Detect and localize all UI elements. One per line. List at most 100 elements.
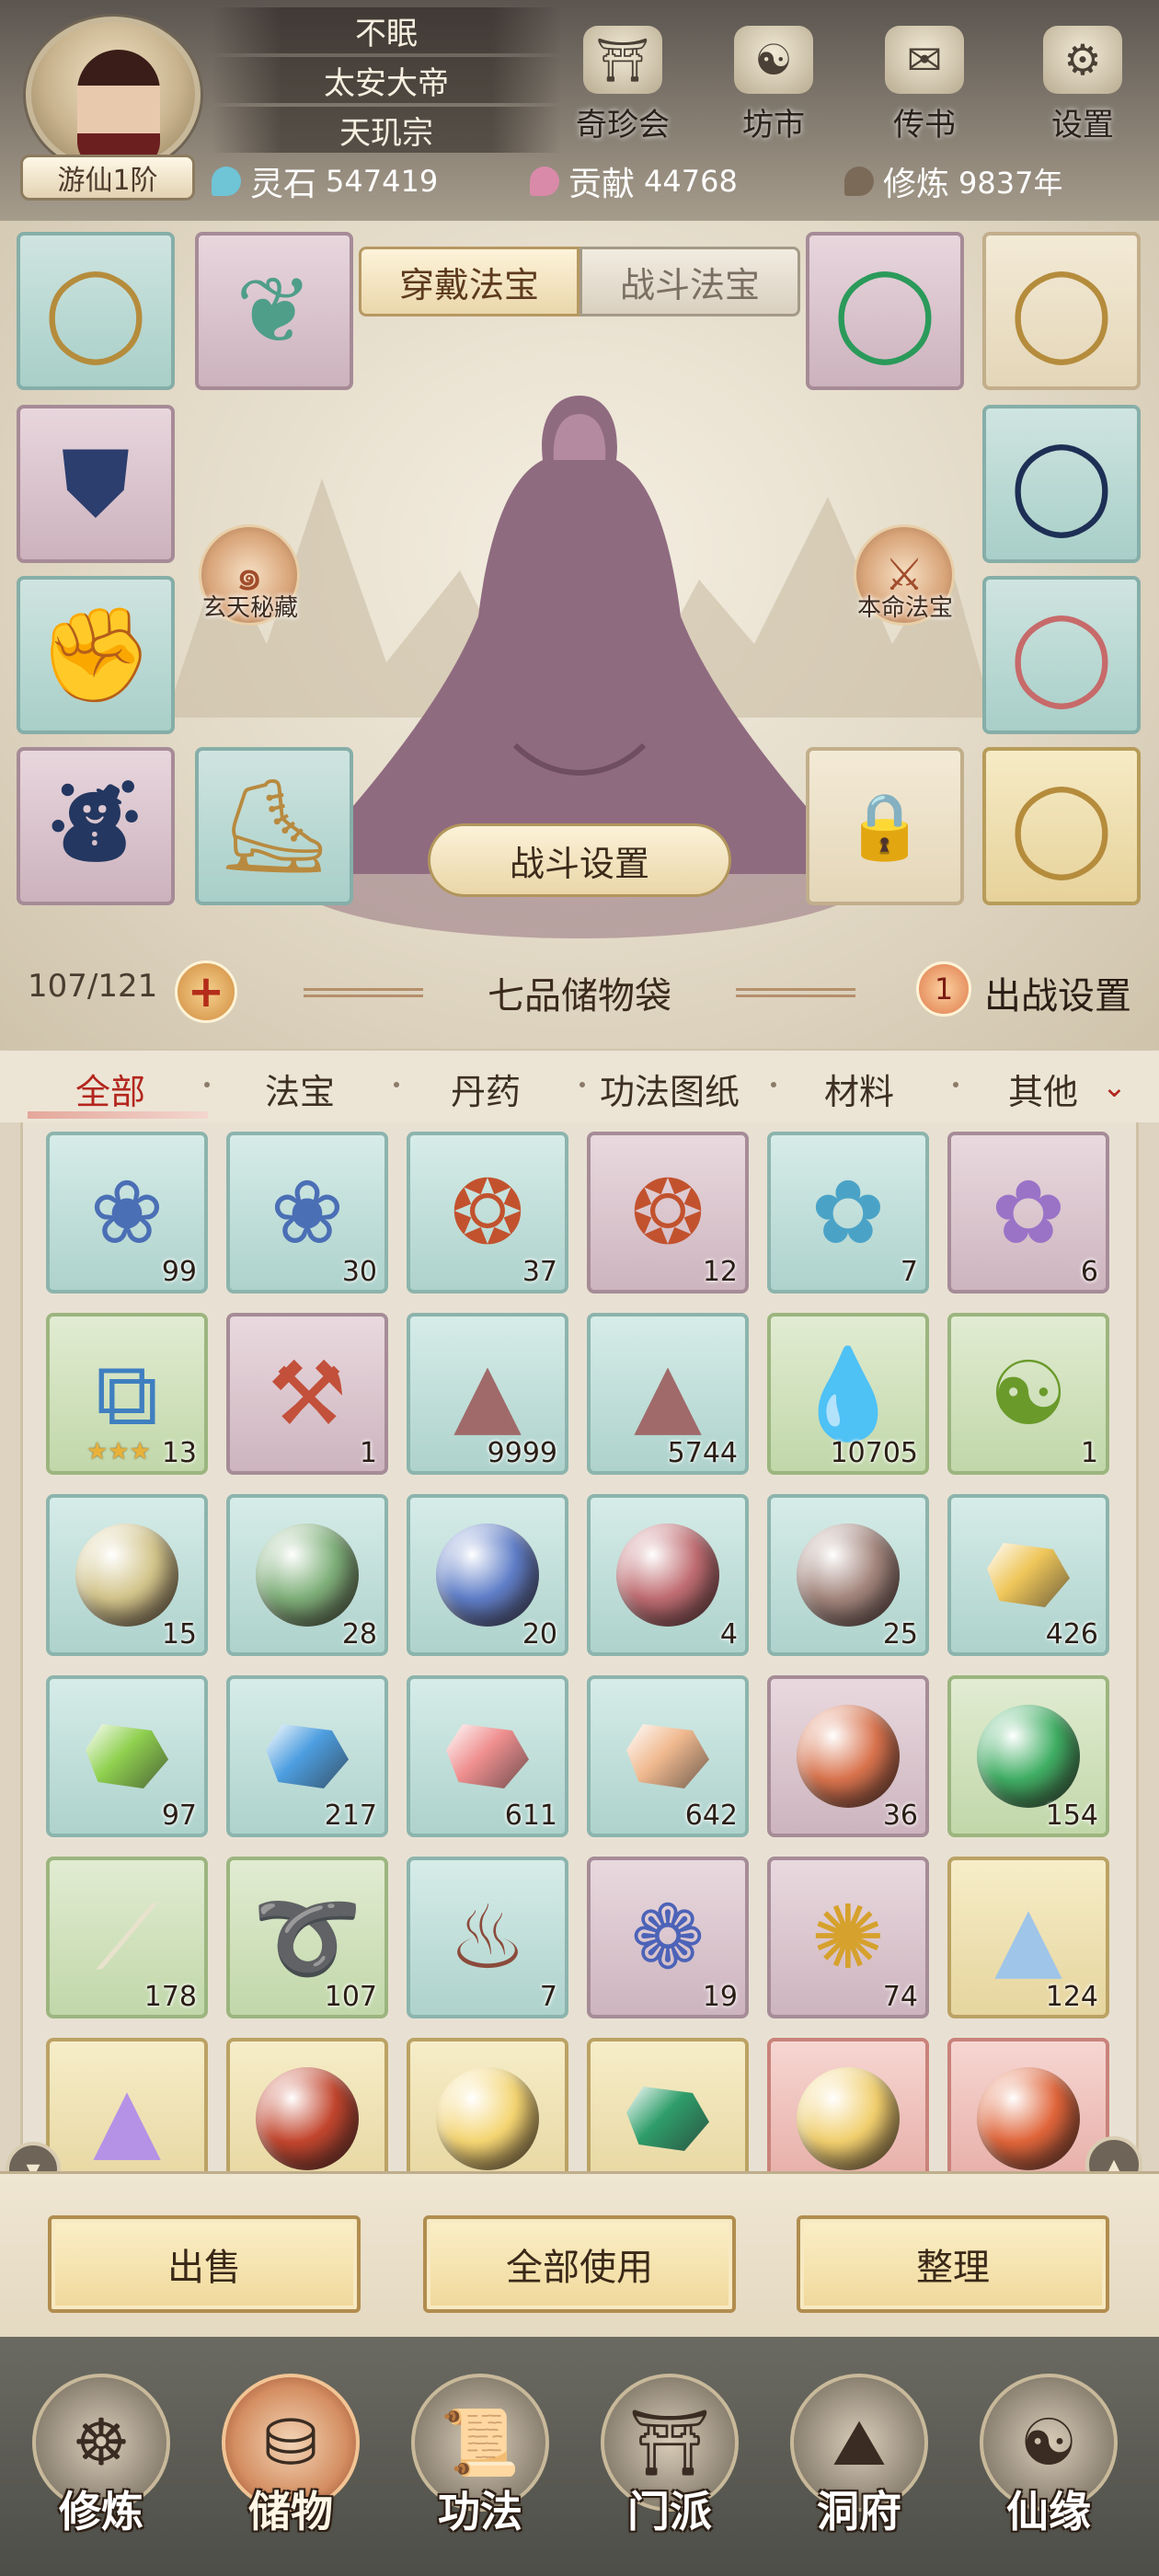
item-count: 217 (324, 1800, 377, 1832)
equip-slot-gold-ring-2[interactable]: ◯ (982, 747, 1141, 905)
tab-others[interactable]: 其他 (1008, 1064, 1078, 1114)
equip-slot-ruby-ring[interactable]: ◯ (982, 576, 1141, 734)
inventory-item[interactable] (226, 2038, 388, 2171)
equip-slot-boots[interactable]: ⛸ (195, 747, 353, 905)
inventory-item[interactable]: ✿ 6 (947, 1132, 1109, 1294)
inventory-item[interactable]: 97 (46, 1675, 208, 1837)
equip-slot-necklace[interactable]: ◯ (17, 232, 175, 390)
inventory-item[interactable]: ❀ 99 (46, 1132, 208, 1294)
contribution-resource[interactable]: 贡献 44768 (530, 158, 738, 204)
treasure-pavilion-label: 奇珍会 (576, 107, 670, 144)
category-tabs: 全部 法宝 丹药 功法图纸 材料 其他 ⌄ (0, 1049, 1159, 1122)
item-count: 25 (882, 1618, 918, 1650)
avatar-portrait[interactable] (26, 17, 201, 173)
item-count: 20 (522, 1618, 557, 1650)
crimson-orb-icon (230, 2041, 384, 2171)
spirit-stone-resource[interactable]: 灵石 547419 (212, 158, 438, 204)
tab-pills[interactable]: 丹药 (451, 1064, 521, 1114)
treasure-pavilion-icon: ⛩ (583, 26, 662, 94)
item-count: 30 (341, 1256, 377, 1288)
tab-techniques[interactable]: 功法图纸 (600, 1064, 740, 1114)
inventory-item[interactable]: ▲ 124 (947, 1857, 1109, 2018)
inventory-item[interactable]: ▲ (46, 2038, 208, 2171)
inventory-item[interactable]: 611 (407, 1675, 568, 1837)
inventory-item[interactable]: ▲ 9999 (407, 1313, 568, 1475)
nav-sect-gate[interactable]: ⛩ 门派 (587, 2374, 752, 2567)
item-count: 6 (1080, 1256, 1098, 1288)
player-title: 太安大帝 (212, 57, 561, 103)
gold-ring-icon: ◯ (1010, 772, 1113, 880)
tab-wear-treasure[interactable]: 穿戴法宝 (359, 247, 580, 316)
inventory-item[interactable] (947, 2038, 1109, 2171)
deploy-count-badge[interactable]: 1 (916, 961, 971, 1017)
inventory-item[interactable]: ➰ 107 (226, 1857, 388, 2018)
separator-dot (953, 1082, 958, 1087)
equip-slot-gold-ring[interactable]: ◯ (982, 232, 1141, 390)
inventory-item[interactable]: 28 (226, 1494, 388, 1656)
inventory-item[interactable]: ❀ 30 (226, 1132, 388, 1294)
equip-slot-jade-ring[interactable]: ◯ (806, 232, 964, 390)
market-label: 坊市 (742, 107, 805, 144)
inventory-item[interactable]: ⟋ 178 (46, 1857, 208, 2018)
nav-technique-scroll[interactable]: 📜 功法 (397, 2374, 563, 2567)
market-icon: ☯ (734, 26, 813, 94)
item-count: 5744 (667, 1437, 738, 1469)
separator-dot (204, 1082, 210, 1087)
inventory-item[interactable]: 154 (947, 1675, 1109, 1837)
inventory-item[interactable]: ♨ 7 (407, 1857, 568, 2018)
equip-slot-armor[interactable]: ⛊ (17, 405, 175, 563)
cultivation-resource[interactable]: 修炼 9837年 (844, 158, 1062, 204)
equip-slot-locked[interactable]: 🔒 (806, 747, 964, 905)
nav-storage-bag[interactable]: ⛁ 储物 (208, 2374, 373, 2567)
inventory-item[interactable]: 36 (767, 1675, 929, 1837)
player-name: 不眠 (212, 7, 561, 53)
inventory-item[interactable]: ❂ 37 (407, 1132, 568, 1294)
deploy-settings-button[interactable]: 出战设置 (984, 966, 1131, 1019)
item-count: 10705 (830, 1437, 918, 1469)
use-all-button[interactable]: 全部使用 (423, 2215, 736, 2313)
battle-settings-button[interactable]: 战斗设置 (428, 823, 731, 897)
inventory-item[interactable]: ⚒ 1 (226, 1313, 388, 1475)
inventory-item[interactable]: 20 (407, 1494, 568, 1656)
expand-bag-button[interactable]: + (175, 960, 237, 1023)
equip-slot-pendant[interactable]: ❦ (195, 232, 353, 390)
item-count: 36 (882, 1800, 918, 1832)
inventory-item[interactable]: 25 (767, 1494, 929, 1656)
equip-slot-sapphire-ring[interactable]: ◯ (982, 405, 1141, 563)
inventory-item[interactable]: ⧉ ★★★ 13 (46, 1313, 208, 1475)
inventory-item[interactable] (407, 2038, 568, 2171)
inventory-item[interactable]: ▲ 5744 (587, 1313, 749, 1475)
inventory-item[interactable]: ✿ 7 (767, 1132, 929, 1294)
equip-slot-pants[interactable]: ⛇ (17, 747, 175, 905)
avatar[interactable]: 游仙1阶 (7, 4, 212, 208)
inventory-item[interactable]: 642 (587, 1675, 749, 1837)
inventory-item[interactable]: ✺ 74 (767, 1857, 929, 2018)
item-count: 12 (702, 1256, 738, 1288)
tab-battle-treasure[interactable]: 战斗法宝 (580, 247, 800, 316)
inventory-item[interactable]: 426 (947, 1494, 1109, 1656)
inventory-item[interactable]: 💧 10705 (767, 1313, 929, 1475)
nav-meditating-sage[interactable]: ☸ 修炼 (18, 2374, 184, 2567)
letter-button[interactable]: ✉ 传书 (865, 26, 984, 145)
nav-immortal-fate[interactable]: ☯ 仙缘 (966, 2374, 1131, 2567)
inventory-item[interactable] (587, 2038, 749, 2171)
inventory-item[interactable]: 217 (226, 1675, 388, 1837)
sort-button[interactable]: 整理 (797, 2215, 1109, 2313)
market-button[interactable]: ☯ 坊市 (714, 26, 833, 145)
inventory-item[interactable]: ❁ 19 (587, 1857, 749, 2018)
chevron-down-icon[interactable]: ⌄ (1102, 1069, 1127, 1104)
inventory-item[interactable]: ❂ 12 (587, 1132, 749, 1294)
inventory-item[interactable] (767, 2038, 929, 2171)
treasure-pavilion-button[interactable]: ⛩ 奇珍会 (563, 26, 683, 145)
contribution-label: 贡献 (568, 166, 636, 203)
sell-button[interactable]: 出售 (48, 2215, 361, 2313)
equip-slot-gauntlet[interactable]: ✊ (17, 576, 175, 734)
inventory-item[interactable]: 4 (587, 1494, 749, 1656)
inventory-item[interactable]: 15 (46, 1494, 208, 1656)
settings-button[interactable]: ⚙ 设置 (1023, 26, 1142, 145)
tab-materials[interactable]: 材料 (824, 1064, 894, 1114)
nav-cave-mountain[interactable]: ⛰ 洞府 (776, 2374, 942, 2567)
tab-treasures[interactable]: 法宝 (265, 1064, 335, 1114)
inventory-item[interactable]: ☯ 1 (947, 1313, 1109, 1475)
tab-all[interactable]: 全部 (75, 1064, 145, 1114)
